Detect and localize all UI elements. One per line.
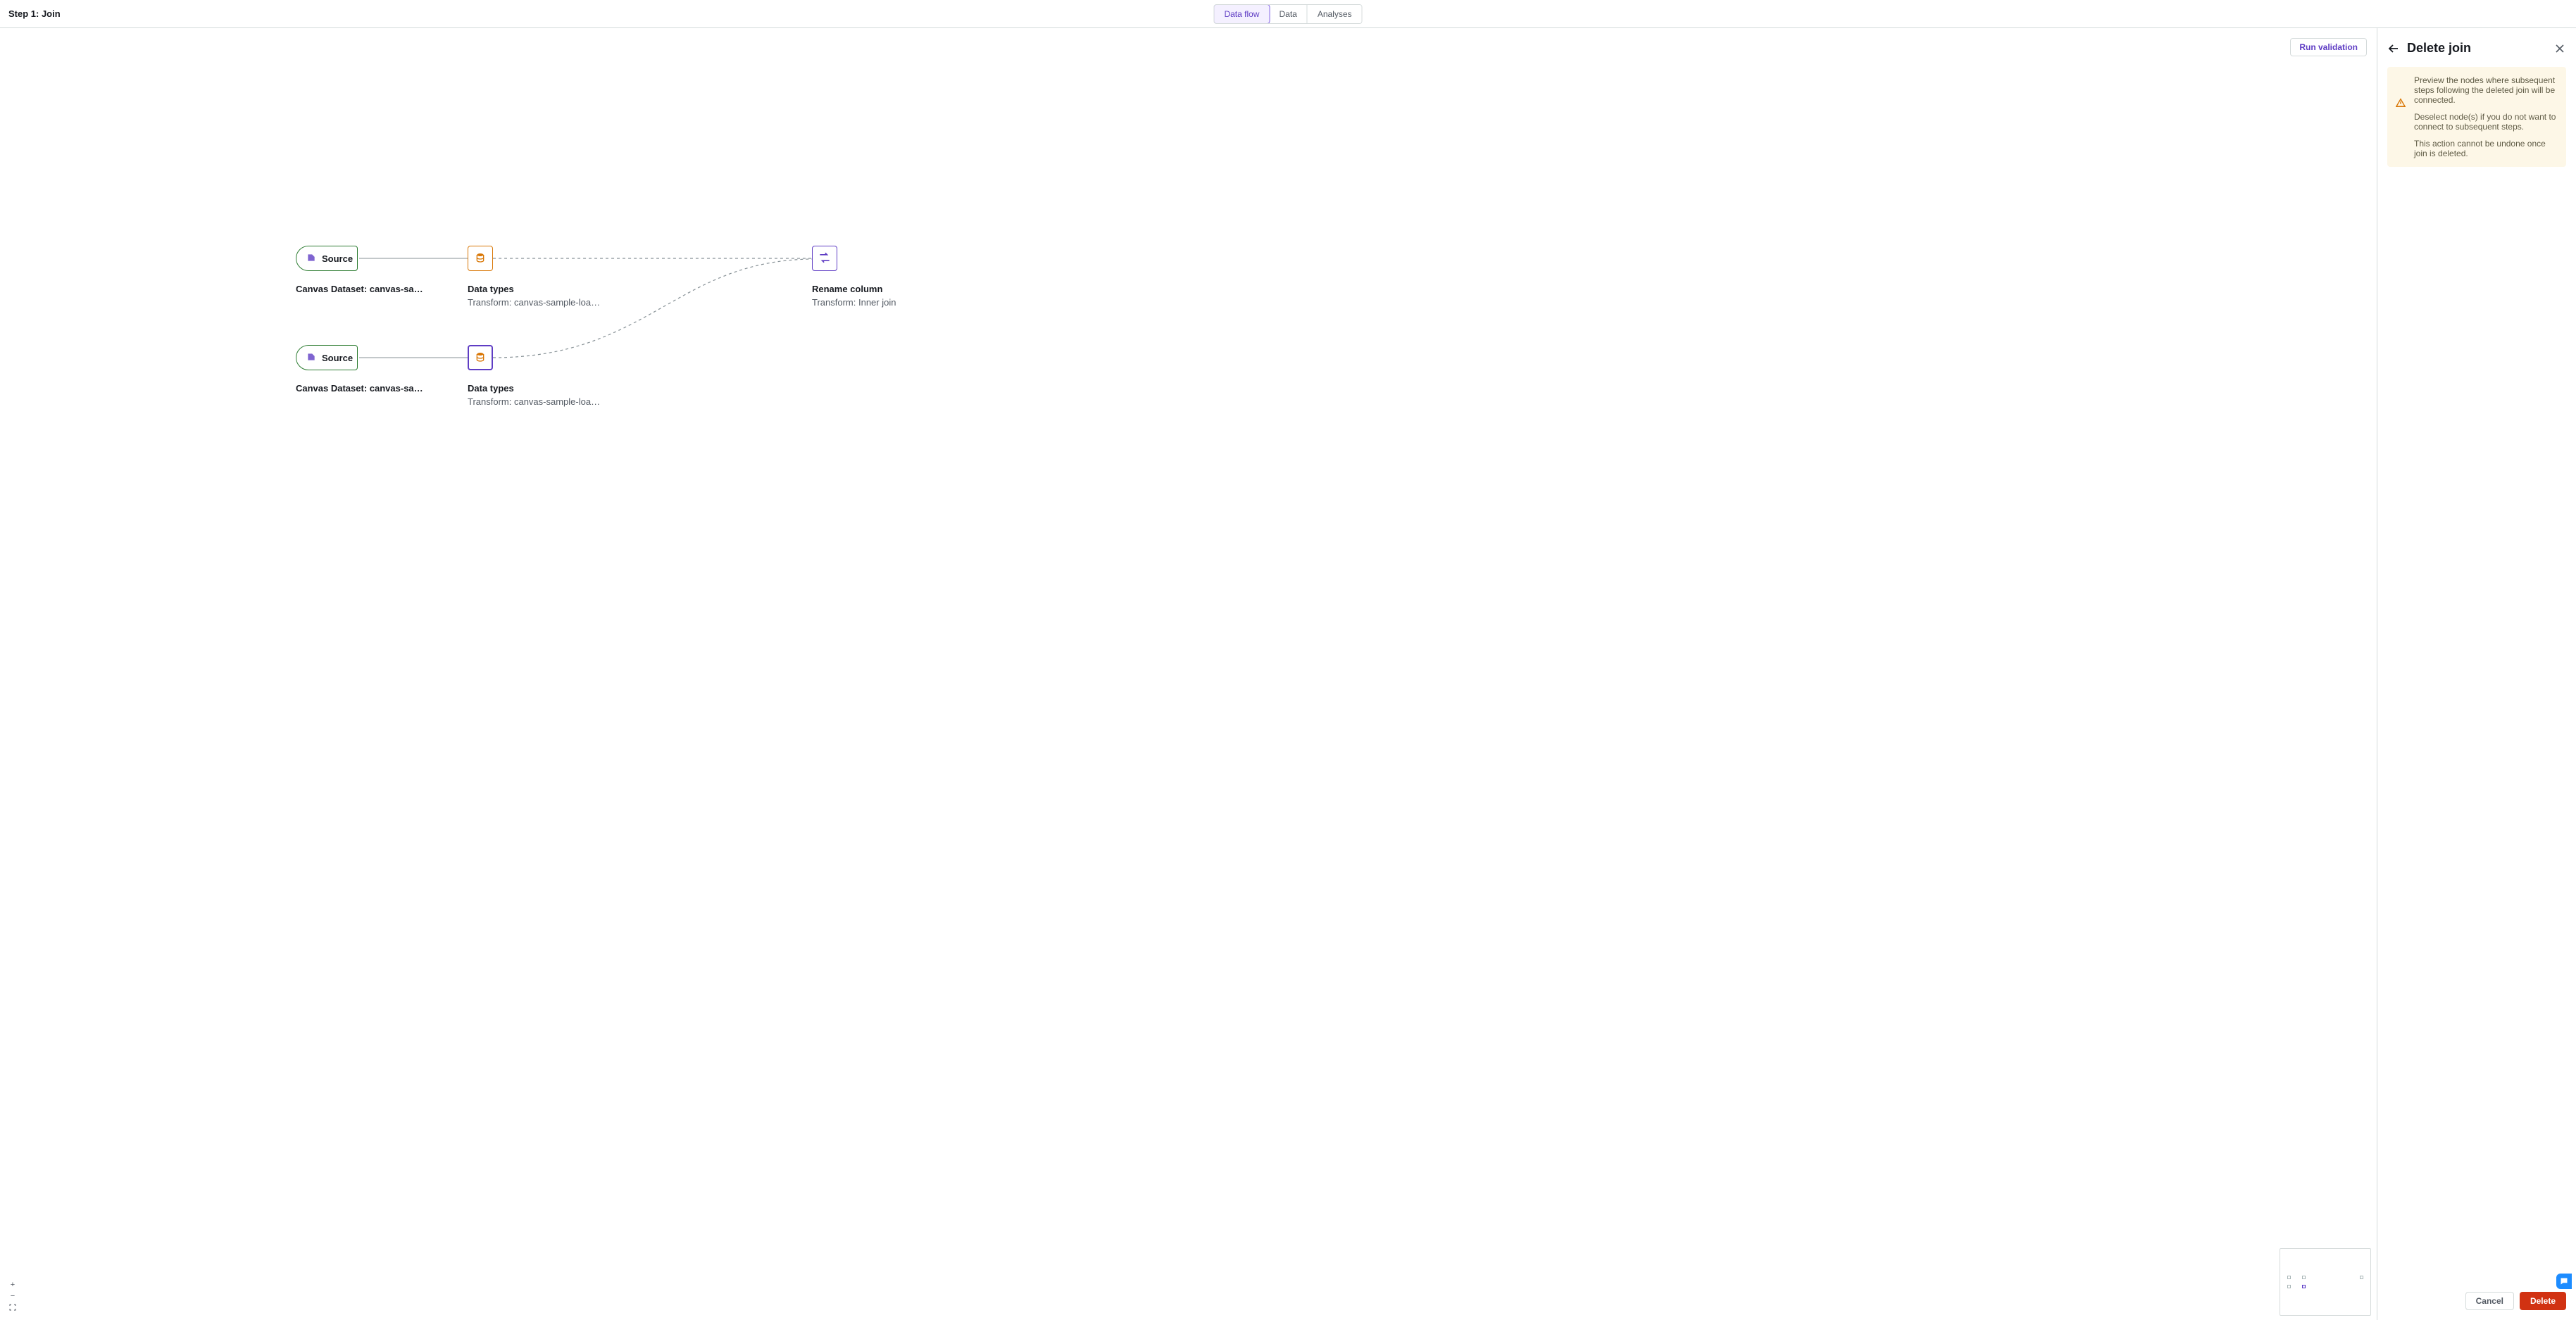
tab-data[interactable]: Data: [1269, 5, 1307, 23]
node-datatypes-1[interactable]: Data types Transform: canvas-sample-loan…: [468, 246, 608, 308]
database-icon: [475, 252, 486, 265]
node-source-1[interactable]: Source Canvas Dataset: canvas-sample-…: [296, 246, 437, 294]
node-datatypes-2[interactable]: Data types Transform: canvas-sample-loan…: [468, 345, 608, 407]
close-icon[interactable]: [2553, 42, 2566, 55]
database-icon: [306, 253, 316, 265]
canvas[interactable]: Run validation Source Canvas Dataset: ca…: [0, 28, 2377, 1320]
node-label: Source: [322, 353, 353, 363]
node-rename-column[interactable]: Rename column Transform: Inner join: [812, 246, 953, 308]
node-subtitle: Transform: canvas-sample-loans-part-…: [468, 396, 601, 407]
node-label: Source: [322, 253, 353, 264]
database-icon: [475, 351, 486, 365]
node-subtitle: Transform: Inner join: [812, 297, 946, 308]
run-validation-button[interactable]: Run validation: [2290, 38, 2367, 56]
panel-title: Delete join: [2407, 41, 2546, 56]
notice-deselect-text: Deselect node(s) if you do not want to c…: [2397, 112, 2556, 132]
delete-button[interactable]: Delete: [2520, 1292, 2566, 1310]
tab-analyses[interactable]: Analyses: [1308, 5, 1362, 23]
tab-data-flow[interactable]: Data flow: [1213, 4, 1270, 24]
flow-connectors: [0, 28, 2377, 1320]
header: Step 1: Join Data flow Data Analyses: [0, 0, 2576, 28]
node-subtitle: Transform: canvas-sample-loans-part-…: [468, 297, 601, 308]
tabs: Data flow Data Analyses: [1213, 4, 1362, 24]
database-icon: [306, 352, 316, 364]
page-title: Step 1: Join: [8, 8, 61, 19]
back-icon[interactable]: [2387, 42, 2400, 55]
chat-fab[interactable]: [2556, 1274, 2572, 1289]
chat-icon: [2560, 1277, 2568, 1286]
node-title: Data types: [468, 383, 601, 394]
node-title: Data types: [468, 284, 601, 294]
swap-icon: [818, 251, 832, 267]
minimap[interactable]: [2280, 1248, 2371, 1316]
node-title: Rename column: [812, 284, 946, 294]
zoom-out-button[interactable]: −: [7, 1290, 18, 1302]
notice-warn-text: This action cannot be undone once join i…: [2397, 139, 2556, 158]
zoom-controls: + −: [7, 1279, 18, 1313]
cancel-button[interactable]: Cancel: [2465, 1292, 2514, 1310]
warning-notice: Preview the nodes where subsequent steps…: [2387, 67, 2566, 167]
zoom-in-button[interactable]: +: [7, 1279, 18, 1290]
notice-preview-text: Preview the nodes where subsequent steps…: [2397, 75, 2556, 105]
side-panel: Delete join Preview the nodes where subs…: [2377, 28, 2576, 1320]
node-title: Canvas Dataset: canvas-sample-…: [296, 284, 430, 294]
warning-icon: [2396, 98, 2406, 110]
fullscreen-button[interactable]: [7, 1302, 18, 1313]
node-source-2[interactable]: Source Canvas Dataset: canvas-sample-…: [296, 345, 437, 394]
node-title: Canvas Dataset: canvas-sample-…: [296, 383, 430, 394]
